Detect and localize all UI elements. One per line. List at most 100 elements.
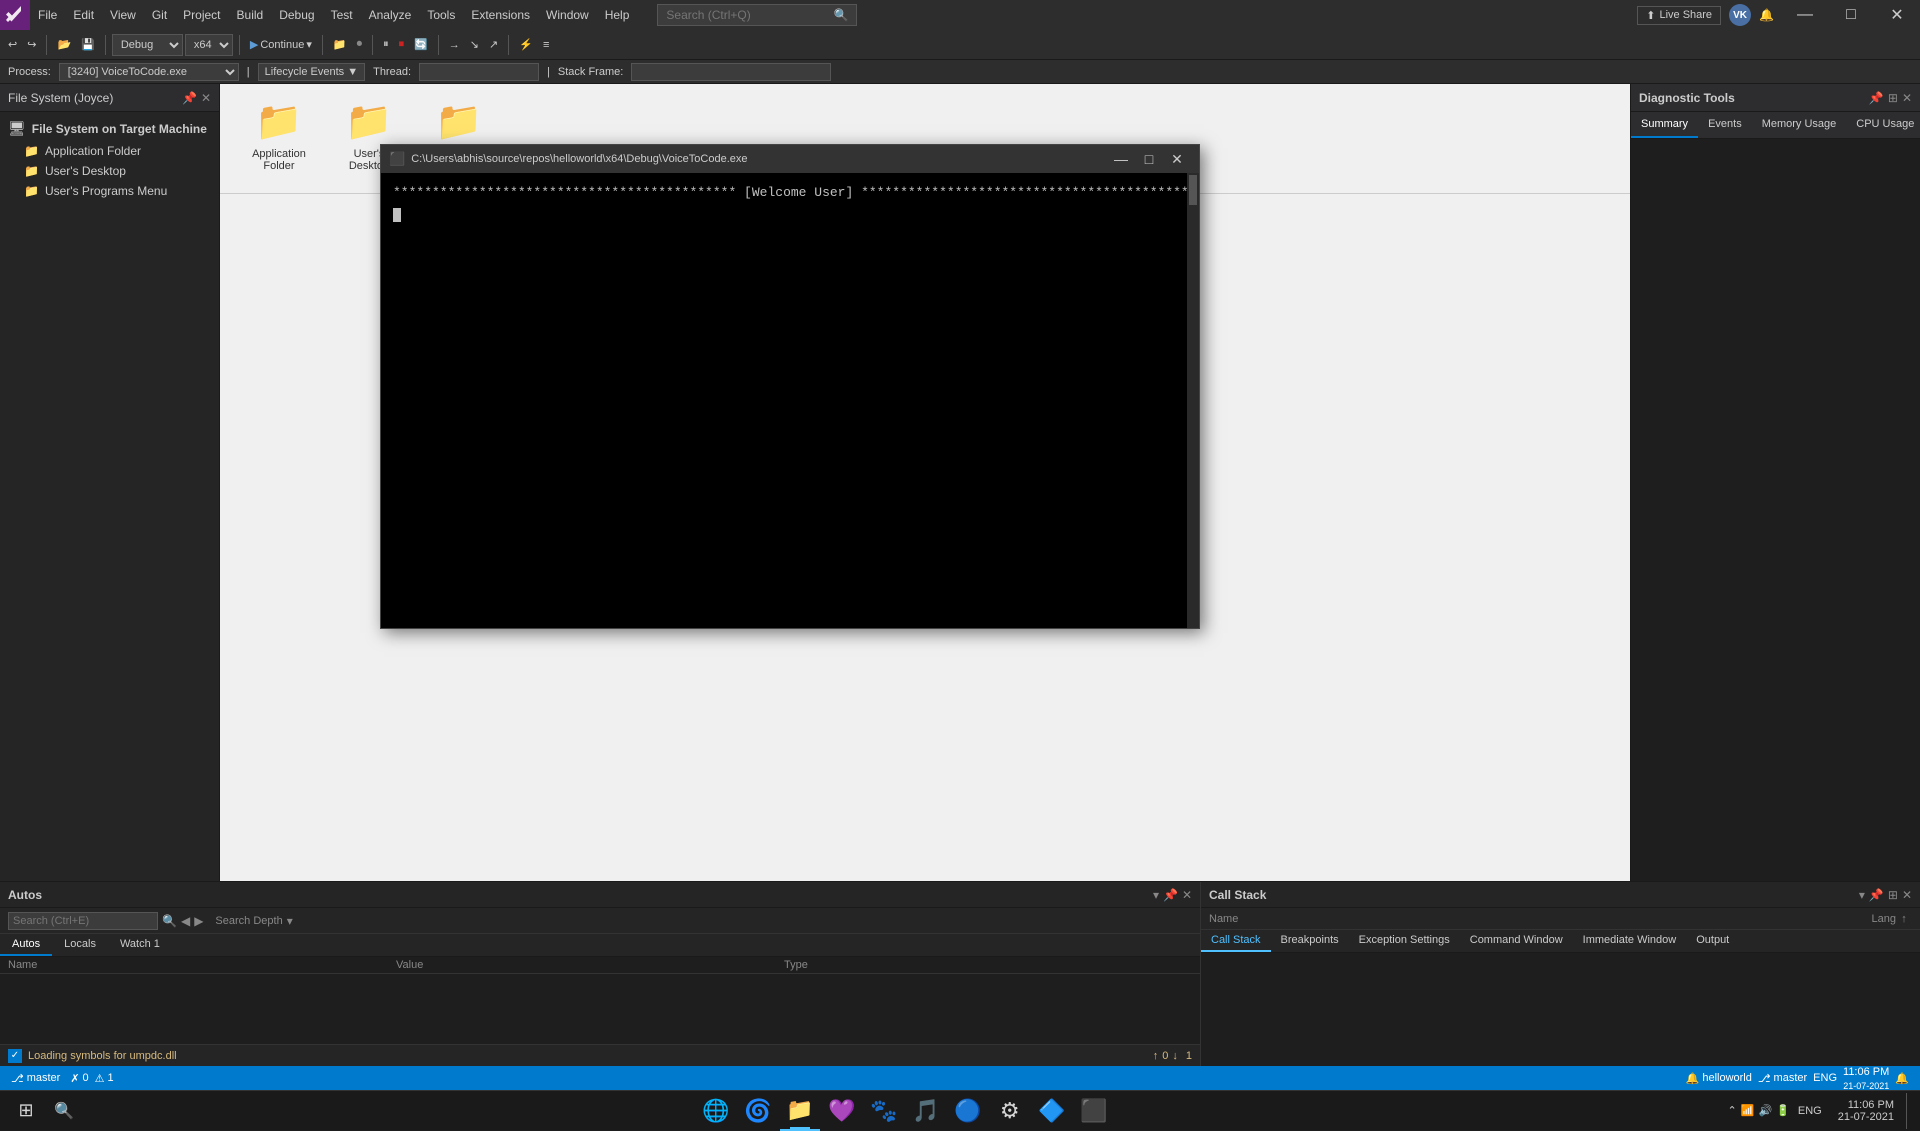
user-avatar[interactable]: VK	[1729, 4, 1751, 26]
branch-status-right[interactable]: ⎇ master	[1755, 1066, 1810, 1090]
menu-analyze[interactable]: Analyze	[361, 0, 420, 30]
folder-item-app[interactable]: 📁 Application Folder	[244, 100, 314, 172]
parallel-stacks-button[interactable]: ⚡	[515, 33, 537, 57]
menu-extensions[interactable]: Extensions	[463, 0, 538, 30]
restart-button[interactable]: 🔄	[410, 33, 432, 57]
taskbar-chrome[interactable]: 🌀	[738, 1091, 778, 1131]
application-folder-item[interactable]: 📁 Application Folder	[0, 141, 219, 161]
watch-1-tab[interactable]: Watch 1	[108, 934, 172, 956]
open-file-button[interactable]: 📂	[53, 33, 75, 57]
menu-debug[interactable]: Debug	[271, 0, 322, 30]
menu-search-box[interactable]: 🔍	[657, 4, 857, 26]
expand-diag-icon[interactable]: ⊞	[1888, 91, 1898, 105]
diag-tab-cpu[interactable]: CPU Usage	[1846, 112, 1920, 138]
error-status[interactable]: ✗ 0	[67, 1066, 91, 1090]
menu-file[interactable]: File	[30, 0, 65, 30]
terminal-scrollbar[interactable]	[1187, 173, 1199, 628]
search-autos-icon[interactable]: 🔍	[162, 914, 177, 928]
diag-tab-memory[interactable]: Memory Usage	[1752, 112, 1847, 138]
autos-tab[interactable]: Autos	[0, 934, 52, 956]
autos-search-input[interactable]	[8, 912, 158, 930]
save-button[interactable]: 💾	[77, 33, 99, 57]
stack-frame-input[interactable]	[631, 63, 831, 81]
taskbar-edge[interactable]: 🌐	[696, 1091, 736, 1131]
taskbar-app9[interactable]: 🔷	[1032, 1091, 1072, 1131]
pause-button[interactable]: ⏸	[379, 33, 393, 57]
menu-edit[interactable]: Edit	[65, 0, 102, 30]
scroll-up-cs[interactable]: ↑	[1896, 913, 1912, 925]
taskbar-app6[interactable]: 🎵	[906, 1091, 946, 1131]
redo-button[interactable]: ↪	[23, 33, 40, 57]
menu-build[interactable]: Build	[229, 0, 272, 30]
close-diag-icon[interactable]: ✕	[1902, 91, 1912, 105]
terminal-minimize-button[interactable]: —	[1107, 145, 1135, 173]
maximize-button[interactable]: □	[1828, 0, 1874, 30]
taskbar-app7[interactable]: 🔵	[948, 1091, 988, 1131]
continue-button[interactable]: ▶ Continue ▾	[246, 33, 316, 57]
show-desktop-button[interactable]	[1906, 1093, 1912, 1129]
undo-button[interactable]: ↩	[4, 33, 21, 57]
lifecycle-button[interactable]: Lifecycle Events ▼	[258, 63, 365, 81]
prev-result-icon[interactable]: ◀	[181, 914, 190, 928]
threads-button[interactable]: ≡	[539, 33, 553, 57]
menu-window[interactable]: Window	[538, 0, 597, 30]
live-share-button[interactable]: ⬆ VoiceToCode Live Share	[1637, 6, 1721, 25]
call-stack-tab[interactable]: Call Stack	[1201, 930, 1271, 952]
search-depth-dropdown[interactable]: ▾	[287, 914, 293, 928]
taskbar-vs[interactable]: 💜	[822, 1091, 862, 1131]
chevron-icon[interactable]: ⌃	[1728, 1104, 1737, 1117]
taskbar-search[interactable]: 🔍	[46, 1096, 82, 1126]
clock-status[interactable]: 11:06 PM 21-07-2021	[1840, 1066, 1892, 1090]
volume-icon[interactable]: 🔊	[1758, 1104, 1772, 1117]
menu-test[interactable]: Test	[323, 0, 361, 30]
step-out-button[interactable]: ↗	[485, 33, 502, 57]
menu-search-input[interactable]	[666, 8, 833, 22]
open-folder-button[interactable]: 📁	[329, 33, 351, 57]
thread-input[interactable]	[419, 63, 539, 81]
step-into-button[interactable]: ↘	[466, 33, 483, 57]
taskbar-app10[interactable]: ⬛	[1074, 1091, 1114, 1131]
pin-diag-icon[interactable]: 📌	[1869, 91, 1884, 105]
user-desktop-item[interactable]: 📁 User's Desktop	[0, 161, 219, 181]
root-machine[interactable]: 🖥 File System on Target Machine	[0, 116, 219, 141]
terminal-content[interactable]: ****************************************…	[381, 173, 1199, 628]
bell-icon[interactable]: 🔔	[1759, 8, 1774, 22]
menu-view[interactable]: View	[102, 0, 144, 30]
terminal-close-button[interactable]: ✕	[1163, 145, 1191, 173]
taskbar-clock[interactable]: 11:06 PM 21-07-2021	[1830, 1099, 1902, 1123]
terminal-scroll-thumb[interactable]	[1189, 175, 1197, 205]
taskbar-explorer[interactable]: 📁	[780, 1091, 820, 1131]
step-over-button[interactable]: →	[445, 33, 464, 57]
output-tab[interactable]: Output	[1686, 930, 1739, 952]
process-select[interactable]: [3240] VoiceToCode.exe	[59, 63, 239, 81]
minimize-button[interactable]: —	[1782, 0, 1828, 30]
git-status[interactable]: ⎇ master	[8, 1066, 63, 1090]
menu-git[interactable]: Git	[144, 0, 175, 30]
taskbar-app5[interactable]: 🐾	[864, 1091, 904, 1131]
locals-tab[interactable]: Locals	[52, 934, 108, 956]
next-result-icon[interactable]: ▶	[194, 914, 203, 928]
dropdown-autos-icon[interactable]: ▾	[1153, 888, 1159, 902]
close-autos-icon[interactable]: ✕	[1182, 888, 1192, 902]
dropdown-cs-icon[interactable]: ▾	[1859, 888, 1865, 902]
battery-icon[interactable]: 🔋	[1776, 1104, 1790, 1117]
diag-tab-events[interactable]: Events	[1698, 112, 1752, 138]
taskbar-app8[interactable]: ⚙	[990, 1091, 1030, 1131]
warning-status[interactable]: ⚠ 1	[92, 1066, 117, 1090]
platform-select[interactable]: x64 x86	[185, 34, 233, 56]
pin-icon[interactable]: 📌	[182, 91, 197, 105]
encoding-status[interactable]: ENG	[1810, 1066, 1840, 1090]
user-programs-menu-item[interactable]: 📁 User's Programs Menu	[0, 181, 219, 201]
start-button[interactable]: ⊞	[8, 1093, 44, 1129]
pin-cs-icon[interactable]: 📌	[1869, 888, 1884, 902]
expand-cs-icon[interactable]: ⊞	[1888, 888, 1898, 902]
breakpoints-tab[interactable]: Breakpoints	[1271, 930, 1349, 952]
diag-tab-summary[interactable]: Summary	[1631, 112, 1698, 138]
close-button[interactable]: ✕	[1874, 0, 1920, 30]
terminal-maximize-button[interactable]: □	[1135, 145, 1163, 173]
menu-tools[interactable]: Tools	[419, 0, 463, 30]
record-button[interactable]: ⏺	[353, 33, 367, 57]
menu-help[interactable]: Help	[597, 0, 638, 30]
exception-settings-tab[interactable]: Exception Settings	[1349, 930, 1460, 952]
debug-config-select[interactable]: Debug Release	[112, 34, 183, 56]
